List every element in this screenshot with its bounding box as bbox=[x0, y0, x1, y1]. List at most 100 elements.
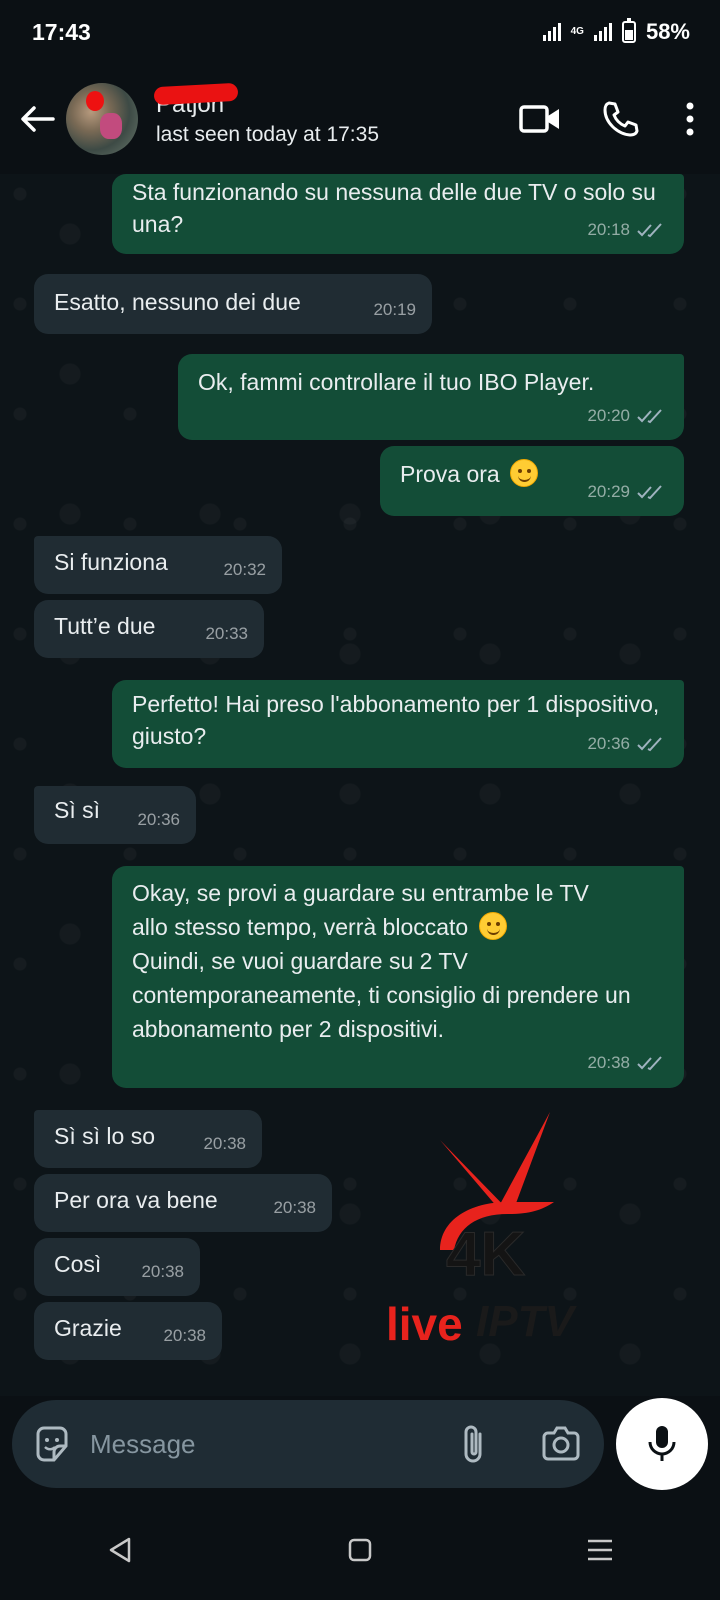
message-box[interactable]: Message bbox=[12, 1400, 604, 1488]
message-text: Sì sì lo so bbox=[54, 1123, 155, 1149]
menu-lines-icon bbox=[588, 1539, 612, 1561]
redaction-mark bbox=[153, 82, 239, 106]
composer: Message bbox=[0, 1396, 720, 1500]
message-time: 20:36 bbox=[137, 810, 180, 829]
message-incoming[interactable]: Per ora va bene 20:38 bbox=[34, 1174, 332, 1232]
message-meta: 20:32 bbox=[223, 554, 266, 586]
live-iptv-logo: 4K live IPTV bbox=[386, 1112, 577, 1350]
message-time: 20:32 bbox=[223, 560, 266, 579]
message-time: 20:29 bbox=[587, 482, 630, 501]
attach-paperclip-icon[interactable] bbox=[454, 1422, 494, 1466]
message-text: Sì sì bbox=[54, 797, 101, 823]
camera-icon[interactable] bbox=[540, 1425, 582, 1463]
message-meta: 20:38 bbox=[163, 1320, 206, 1352]
message-meta: 20:33 bbox=[205, 618, 248, 650]
back-button[interactable] bbox=[8, 90, 66, 148]
message-meta: 20:38 bbox=[141, 1256, 184, 1288]
logo-iptv-text: IPTV bbox=[476, 1297, 577, 1346]
signal-icon bbox=[542, 23, 561, 41]
message-meta: 20:19 bbox=[373, 294, 416, 326]
status-icons: 4G 58% bbox=[542, 18, 690, 45]
voice-call-button[interactable] bbox=[580, 89, 660, 149]
message-meta: 20:18 bbox=[587, 214, 668, 246]
back-arrow-icon bbox=[21, 106, 55, 132]
message-meta: 20:36 bbox=[137, 804, 180, 836]
message-time: 20:19 bbox=[373, 300, 416, 319]
logo-live-text: live bbox=[386, 1298, 463, 1350]
message-meta: 20:36 bbox=[587, 728, 668, 760]
more-options-button[interactable] bbox=[660, 89, 720, 149]
system-nav-bar bbox=[0, 1500, 720, 1600]
message-text: Così bbox=[54, 1251, 102, 1277]
message-incoming[interactable]: Esatto, nessuno dei due 20:19 bbox=[34, 274, 432, 334]
message-text: Esatto, nessuno dei due bbox=[54, 289, 301, 315]
voice-record-button[interactable] bbox=[616, 1398, 708, 1490]
chat-area[interactable]: Sta funzionando su nessuna delle due TV … bbox=[0, 174, 720, 1396]
triangle-back-icon bbox=[109, 1537, 131, 1563]
message-time: 20:18 bbox=[587, 220, 630, 239]
read-ticks-icon bbox=[637, 223, 662, 238]
message-time: 20:36 bbox=[587, 734, 630, 753]
message-input[interactable]: Message bbox=[90, 1429, 454, 1460]
status-time: 17:43 bbox=[32, 18, 91, 45]
message-meta: 20:29 bbox=[587, 476, 668, 508]
video-camera-icon bbox=[519, 105, 559, 133]
message-meta: 20:38 bbox=[203, 1128, 246, 1160]
avatar[interactable] bbox=[66, 83, 138, 155]
message-text: Per ora va bene bbox=[54, 1187, 218, 1213]
message-outgoing[interactable]: Sta funzionando su nessuna delle due TV … bbox=[112, 174, 684, 254]
phone-icon bbox=[603, 101, 639, 137]
message-text: Tutt’e due bbox=[54, 613, 156, 639]
message-text-line2: allo stesso tempo, verrà bloccato bbox=[132, 914, 469, 940]
battery-icon bbox=[621, 18, 636, 43]
read-ticks-icon bbox=[637, 409, 662, 424]
message-time: 20:38 bbox=[163, 1326, 206, 1345]
message-text-rest: Quindi, se vuoi guardare su 2 TV contemp… bbox=[132, 948, 631, 1042]
read-ticks-icon bbox=[637, 1056, 662, 1071]
sticker-icon[interactable] bbox=[32, 1424, 72, 1464]
message-meta: 20:20 bbox=[587, 400, 668, 432]
read-ticks-icon bbox=[637, 737, 662, 752]
message-incoming[interactable]: Sì sì lo so 20:38 bbox=[34, 1110, 262, 1168]
contact-info[interactable]: Patjon last seen today at 17:35 bbox=[153, 82, 500, 147]
square-home-icon bbox=[348, 1538, 372, 1562]
message-text: Prova ora bbox=[400, 461, 500, 487]
microphone-icon bbox=[648, 1426, 676, 1461]
status-bar: 17:43 4G 58% bbox=[0, 0, 720, 64]
nav-home-button[interactable] bbox=[325, 1520, 395, 1580]
message-incoming[interactable]: Si funziona 20:32 bbox=[34, 536, 282, 594]
message-outgoing[interactable]: Perfetto! Hai preso l'abbonamento per 1 … bbox=[112, 680, 684, 768]
chat-header: Patjon last seen today at 17:35 bbox=[0, 64, 720, 174]
message-time: 20:38 bbox=[587, 1053, 630, 1072]
message-time: 20:20 bbox=[587, 406, 630, 425]
message-outgoing[interactable]: Prova ora 20:29 bbox=[380, 446, 684, 516]
battery-level: 58% bbox=[645, 19, 690, 44]
message-text: Ok, fammi controllare il tuo IBO Player. bbox=[198, 369, 595, 395]
video-call-button[interactable] bbox=[500, 89, 580, 149]
message-meta: 20:38 bbox=[273, 1192, 316, 1224]
kebab-menu-icon bbox=[686, 102, 694, 136]
message-incoming[interactable]: Così 20:38 bbox=[34, 1238, 200, 1296]
nav-back-button[interactable] bbox=[85, 1520, 155, 1580]
message-incoming[interactable]: Sì sì 20:36 bbox=[34, 786, 196, 844]
contact-name-wrap: Patjon bbox=[153, 82, 239, 119]
message-time: 20:38 bbox=[273, 1198, 316, 1217]
message-text: Grazie bbox=[54, 1315, 122, 1341]
read-ticks-icon bbox=[637, 485, 662, 500]
logo-4k-text: 4K bbox=[446, 1220, 525, 1289]
message-outgoing[interactable]: Okay, se provi a guardare su entrambe le… bbox=[112, 866, 684, 1088]
message-text: Si funziona bbox=[54, 549, 168, 575]
message-text: Perfetto! Hai preso l'abbonamento per 1 … bbox=[132, 691, 660, 749]
last-seen: last seen today at 17:35 bbox=[156, 123, 379, 146]
signal-icon-2 bbox=[593, 23, 612, 41]
message-incoming[interactable]: Tutt’e due 20:33 bbox=[34, 600, 264, 658]
message-incoming[interactable]: Grazie 20:38 bbox=[34, 1302, 222, 1360]
message-time: 20:38 bbox=[141, 1262, 184, 1281]
nav-recents-button[interactable] bbox=[565, 1520, 635, 1580]
message-text-line1: Okay, se provi a guardare su entrambe le… bbox=[132, 880, 589, 906]
message-time: 20:33 bbox=[205, 624, 248, 643]
smiling-face-emoji-icon bbox=[478, 912, 507, 940]
message-text: Sta funzionando su nessuna delle due TV … bbox=[132, 179, 656, 237]
message-time: 20:38 bbox=[203, 1134, 246, 1153]
message-outgoing[interactable]: Ok, fammi controllare il tuo IBO Player.… bbox=[178, 354, 684, 440]
